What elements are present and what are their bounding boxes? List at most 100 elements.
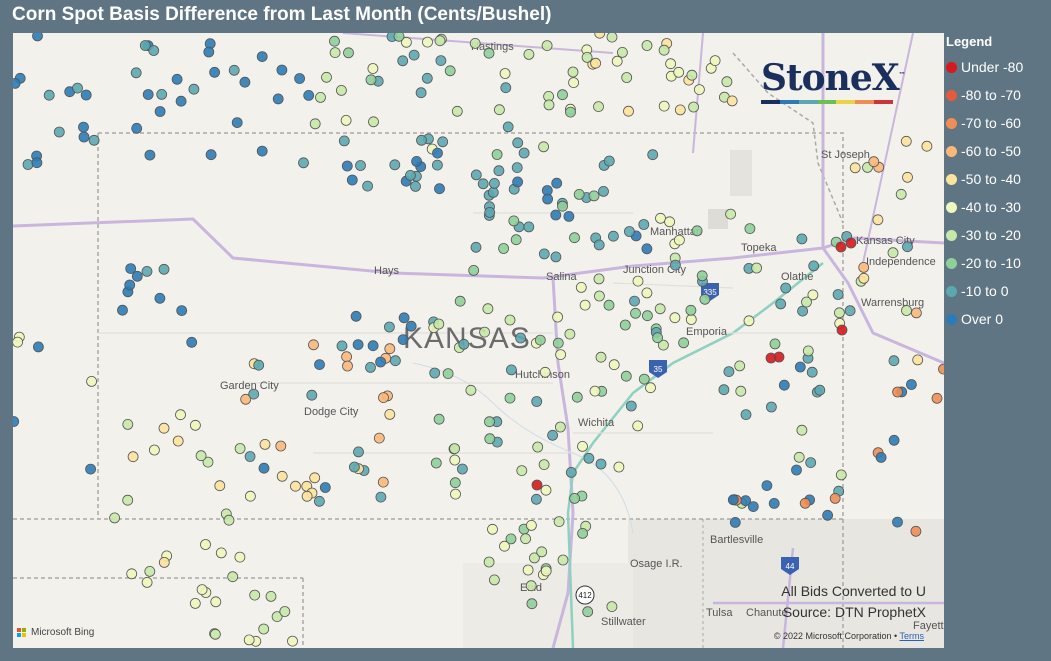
basis-point[interactable] (499, 68, 511, 79)
basis-point[interactable] (718, 384, 730, 396)
legend-item[interactable]: -60 to -50 (946, 137, 1051, 165)
basis-point[interactable] (538, 141, 549, 153)
legend-item[interactable]: Over 0 (946, 305, 1051, 333)
basis-point[interactable] (593, 273, 605, 285)
basis-point[interactable] (845, 237, 857, 249)
basis-point[interactable] (814, 384, 826, 396)
basis-point[interactable] (505, 364, 517, 376)
basis-point[interactable] (642, 310, 653, 322)
basis-point[interactable] (175, 95, 187, 107)
basis-point[interactable] (512, 137, 524, 149)
basis-point[interactable] (287, 635, 298, 647)
basis-point[interactable] (367, 63, 379, 74)
bing-attribution[interactable]: Microsoft Bing (17, 627, 94, 638)
basis-point[interactable] (892, 516, 903, 528)
basis-point[interactable] (902, 241, 913, 253)
basis-point[interactable] (234, 551, 246, 563)
basis-point[interactable] (547, 429, 558, 441)
basis-point[interactable] (594, 290, 605, 302)
basis-point[interactable] (31, 157, 43, 169)
basis-point[interactable] (126, 568, 138, 580)
basis-point[interactable] (606, 601, 618, 612)
basis-point[interactable] (373, 432, 385, 444)
basis-point[interactable] (434, 35, 446, 47)
basis-point[interactable] (196, 584, 208, 595)
basis-point[interactable] (761, 480, 773, 492)
basis-point[interactable] (80, 89, 92, 101)
basis-point[interactable] (158, 422, 170, 434)
basis-point[interactable] (188, 83, 200, 95)
basis-point[interactable] (608, 230, 619, 242)
basis-point[interactable] (555, 349, 566, 361)
basis-point[interactable] (43, 89, 55, 101)
basis-point[interactable] (454, 295, 466, 307)
basis-point[interactable] (623, 105, 634, 117)
basis-point[interactable] (470, 169, 482, 181)
basis-point[interactable] (444, 65, 456, 77)
basis-point[interactable] (589, 385, 601, 397)
basis-point[interactable] (832, 289, 844, 300)
basis-point[interactable] (577, 527, 588, 539)
basis-point[interactable] (329, 47, 341, 59)
basis-point[interactable] (603, 155, 615, 167)
basis-point[interactable] (805, 457, 817, 469)
basis-point[interactable] (751, 262, 762, 274)
basis-point[interactable] (531, 396, 543, 407)
basis-point[interactable] (13, 416, 20, 427)
basis-point[interactable] (500, 82, 512, 94)
basis-point[interactable] (553, 516, 565, 528)
basis-point[interactable] (725, 208, 736, 220)
basis-point[interactable] (156, 89, 168, 100)
basis-point[interactable] (502, 121, 514, 133)
basis-point[interactable] (778, 379, 790, 391)
basis-point[interactable] (338, 135, 350, 147)
basis-point[interactable] (669, 312, 681, 324)
basis-point[interactable] (888, 355, 900, 367)
legend-item[interactable]: -80 to -70 (946, 81, 1051, 109)
basis-point[interactable] (550, 251, 562, 263)
basis-point[interactable] (658, 100, 670, 112)
basis-point[interactable] (552, 337, 564, 349)
basis-point[interactable] (619, 319, 631, 331)
basis-point[interactable] (397, 334, 409, 346)
basis-point[interactable] (902, 171, 913, 183)
basis-point[interactable] (808, 260, 820, 272)
basis-point[interactable] (314, 359, 325, 371)
basis-point[interactable] (13, 336, 23, 348)
basis-point[interactable] (416, 134, 427, 146)
basis-point[interactable] (938, 363, 945, 375)
basis-point[interactable] (256, 51, 268, 63)
basis-point[interactable] (341, 351, 353, 363)
basis-point[interactable] (259, 438, 271, 450)
basis-point[interactable] (117, 304, 128, 316)
basis-point[interactable] (301, 490, 313, 502)
basis-point[interactable] (343, 47, 354, 59)
basis-point[interactable] (127, 451, 139, 463)
basis-point[interactable] (569, 492, 580, 504)
basis-point[interactable] (279, 606, 291, 617)
basis-point[interactable] (888, 434, 900, 446)
basis-point[interactable] (518, 147, 530, 159)
basis-point[interactable] (802, 345, 814, 357)
basis-point[interactable] (435, 55, 447, 67)
basis-point[interactable] (629, 295, 640, 307)
basis-point[interactable] (22, 159, 34, 170)
basis-point[interactable] (451, 105, 463, 117)
legend-item[interactable]: -10 to 0 (946, 277, 1051, 305)
basis-point[interactable] (290, 480, 301, 492)
basis-point[interactable] (688, 101, 699, 113)
basis-point[interactable] (122, 418, 134, 430)
basis-point[interactable] (484, 433, 496, 445)
basis-point[interactable] (775, 298, 787, 310)
basis-point[interactable] (498, 243, 510, 254)
basis-point[interactable] (557, 200, 568, 212)
basis-point[interactable] (397, 55, 409, 67)
basis-point[interactable] (383, 321, 395, 333)
basis-point[interactable] (773, 351, 785, 363)
basis-point[interactable] (531, 479, 543, 491)
basis-point[interactable] (829, 492, 841, 504)
basis-point[interactable] (209, 628, 221, 640)
basis-point[interactable] (523, 221, 535, 233)
basis-point[interactable] (727, 494, 739, 506)
basis-point[interactable] (352, 339, 364, 351)
